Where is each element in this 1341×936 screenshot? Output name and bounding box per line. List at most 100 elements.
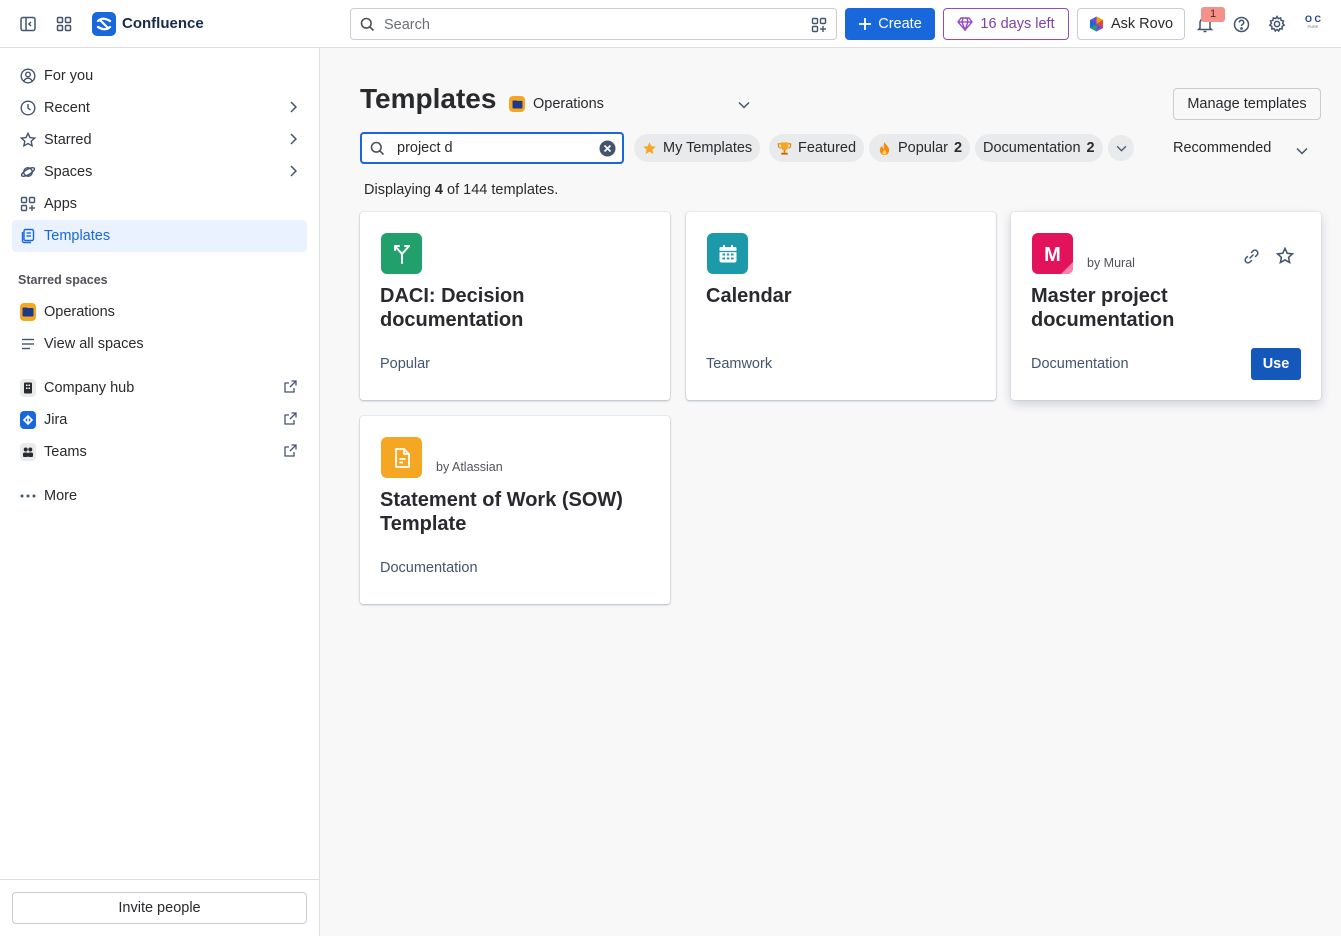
- template-search-input[interactable]: project d: [360, 132, 624, 164]
- star-icon[interactable]: [1275, 246, 1295, 268]
- daci-icon: [381, 233, 422, 274]
- calendar-icon: [707, 233, 748, 274]
- sidebar-item-templates[interactable]: Templates: [12, 220, 307, 252]
- starred-spaces-heading: Starred spaces: [18, 273, 108, 287]
- sidebar-item-operations[interactable]: Operations: [12, 296, 307, 328]
- notification-badge: 1: [1201, 7, 1225, 22]
- sidebar-item-recent[interactable]: Recent: [12, 92, 307, 124]
- sidebar-item-apps[interactable]: Apps: [12, 188, 307, 220]
- link-icon[interactable]: [1243, 248, 1260, 268]
- star-icon: [643, 141, 656, 154]
- external-link-icon[interactable]: [284, 412, 297, 429]
- filter-chip-popular[interactable]: Popular 2: [869, 134, 971, 162]
- sidebar-item-label: Jira: [44, 412, 68, 428]
- operations-space-icon: [509, 96, 525, 112]
- chip-label: Popular: [898, 140, 948, 156]
- sidebar-item-spaces[interactable]: Spaces: [12, 156, 307, 188]
- sidebar-item-teams[interactable]: Teams: [12, 436, 307, 468]
- filter-chip-documentation[interactable]: Documentation 2: [975, 134, 1103, 162]
- invite-people-button[interactable]: Invite people: [12, 892, 307, 924]
- fire-icon: [879, 141, 890, 155]
- create-button[interactable]: Create: [845, 8, 935, 40]
- settings-icon[interactable]: [1265, 12, 1289, 36]
- template-icon: [20, 228, 36, 244]
- chevron-right-icon[interactable]: [289, 133, 298, 149]
- search-input[interactable]: Search: [350, 8, 837, 40]
- chevron-right-icon[interactable]: [289, 165, 298, 181]
- template-category: Documentation: [1031, 356, 1129, 372]
- brand-name[interactable]: Confluence: [122, 15, 204, 32]
- list-icon: [20, 336, 36, 352]
- app-switcher-icon[interactable]: [52, 12, 76, 36]
- sidebar-item-label: Apps: [44, 196, 78, 212]
- search-filter-icon[interactable]: [811, 17, 827, 36]
- sidebar-item-label: View all spaces: [44, 336, 144, 352]
- sidebar-item-more[interactable]: More: [12, 480, 307, 512]
- sidebar-item-jira[interactable]: Jira: [12, 404, 307, 436]
- avatar[interactable]: O C PURE: [1300, 14, 1326, 34]
- chevron-down-icon: [738, 97, 750, 113]
- template-category: Teamwork: [706, 356, 773, 372]
- avatar-initials: O C: [1304, 14, 1321, 24]
- template-title: Statement of Work (SOW) Template: [380, 489, 623, 535]
- more-icon: [20, 488, 36, 504]
- chevron-down-icon[interactable]: [1296, 142, 1308, 158]
- trial-button[interactable]: 16 days left: [943, 8, 1069, 40]
- sidebar: For you Recent Starred Spaces Apps Templ…: [0, 48, 320, 936]
- jira-icon: [20, 411, 36, 429]
- clear-search-icon[interactable]: [599, 140, 616, 160]
- filter-chip-my-templates[interactable]: My Templates: [634, 134, 761, 162]
- template-card-daci[interactable]: DACI: Decision documentation Popular: [360, 212, 670, 400]
- results-count-shown: 4: [434, 182, 443, 198]
- apps-icon: [20, 196, 36, 212]
- sidebar-item-label: Teams: [44, 444, 87, 460]
- filter-chip-featured[interactable]: Featured: [769, 134, 865, 162]
- person-circle-icon: [20, 68, 36, 84]
- sidebar-item-label: Company hub: [44, 380, 135, 396]
- sidebar-toggle-icon[interactable]: [16, 12, 40, 36]
- ask-rovo-button[interactable]: Ask Rovo: [1077, 8, 1185, 40]
- sidebar-item-company-hub[interactable]: Company hub: [12, 372, 307, 404]
- ask-rovo-label: Ask Rovo: [1110, 16, 1174, 32]
- plus-icon: [859, 18, 872, 30]
- more-filters-button[interactable]: [1108, 135, 1134, 161]
- star-icon: [20, 132, 36, 148]
- template-title: Master project documentation: [1031, 285, 1175, 331]
- sidebar-item-starred[interactable]: Starred: [12, 124, 307, 156]
- template-search-value: project d: [397, 140, 453, 156]
- building-icon: [20, 379, 36, 397]
- space-selector[interactable]: Operations: [509, 90, 754, 118]
- create-label: Create: [878, 16, 922, 32]
- search-placeholder: Search: [384, 17, 430, 33]
- template-title: Calendar: [706, 285, 792, 307]
- sidebar-item-for-you[interactable]: For you: [12, 60, 307, 92]
- chevron-down-icon: [1116, 145, 1126, 152]
- template-card-sow[interactable]: by Atlassian Statement of Work (SOW) Tem…: [360, 416, 670, 604]
- top-navigation: Confluence Search Create 16 days left As…: [0, 0, 1341, 48]
- sidebar-item-label: Starred: [44, 132, 92, 148]
- results-count: Displaying 4 of 144 templates.: [364, 182, 558, 198]
- help-icon[interactable]: [1229, 12, 1253, 36]
- sidebar-item-label: Operations: [44, 304, 115, 320]
- confluence-logo[interactable]: [92, 12, 116, 36]
- rovo-icon: [1089, 16, 1103, 32]
- results-count-suffix: of 144 templates.: [443, 182, 559, 198]
- sidebar-item-view-all-spaces[interactable]: View all spaces: [12, 328, 307, 360]
- external-link-icon[interactable]: [284, 380, 297, 397]
- template-category: Popular: [380, 356, 430, 372]
- search-icon: [360, 17, 375, 35]
- sort-dropdown[interactable]: Recommended: [1173, 140, 1271, 156]
- external-link-icon[interactable]: [284, 444, 297, 461]
- svg-text:M: M: [1044, 244, 1061, 266]
- diamond-icon: [957, 17, 974, 31]
- chip-label: Documentation: [983, 140, 1081, 156]
- trophy-icon: [777, 141, 792, 155]
- use-template-button[interactable]: Use: [1251, 348, 1301, 380]
- template-card-calendar[interactable]: Calendar Teamwork: [686, 212, 996, 400]
- chevron-right-icon[interactable]: [289, 101, 298, 117]
- sidebar-item-label: Templates: [44, 228, 111, 244]
- sidebar-item-label: For you: [44, 68, 94, 84]
- template-card-master-project[interactable]: M by Mural Master project documentation …: [1011, 212, 1321, 400]
- manage-templates-button[interactable]: Manage templates: [1173, 88, 1321, 120]
- document-icon: [381, 437, 422, 478]
